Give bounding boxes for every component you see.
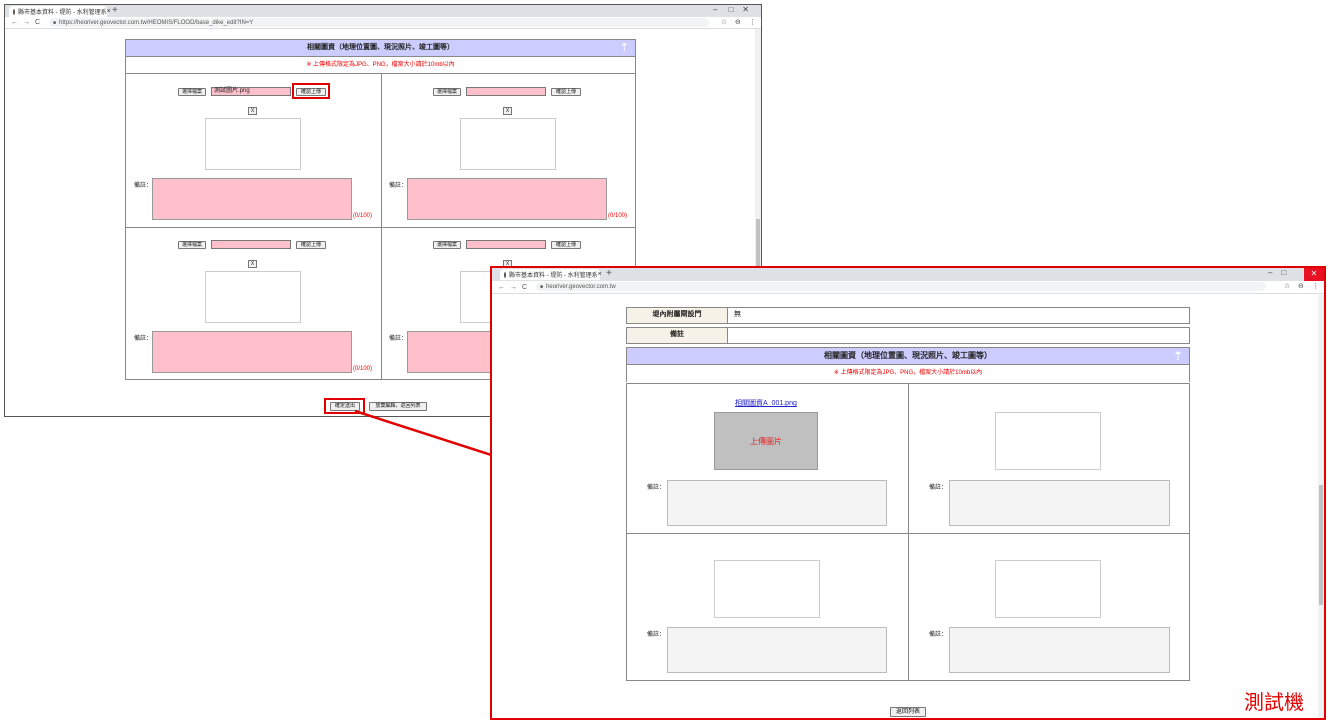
browser-tab[interactable]: 縣市基本資料 - 堤防 - 水利管理系 ×: [500, 269, 602, 280]
menu-icon[interactable]: ⋮: [1312, 282, 1319, 290]
remark-textarea: [949, 480, 1170, 526]
back-to-list-button[interactable]: 返回列表: [890, 707, 926, 717]
globe-icon: [504, 271, 506, 278]
image-caption: 上傳圖片: [750, 437, 782, 446]
row-value: 無: [734, 311, 741, 318]
row-key: 備註: [627, 328, 728, 343]
scrollbar-thumb[interactable]: [1319, 485, 1323, 605]
close-tab-icon[interactable]: ×: [598, 271, 602, 278]
file-link[interactable]: 相關圖資A_001.png: [735, 398, 797, 408]
remark-label: 備註：: [929, 485, 948, 491]
url-field[interactable]: ■ heoriver.geovector.com.tw: [536, 282, 1266, 291]
info-row: 備註: [626, 327, 1190, 344]
remark-label: 備註：: [647, 485, 666, 491]
remark-textarea: [667, 480, 887, 526]
remark-textarea: [667, 627, 887, 673]
remark-textarea: [949, 627, 1170, 673]
star-icon[interactable]: ☆: [1284, 282, 1290, 290]
image-preview: [995, 412, 1101, 470]
row-key: 堤內附屬閘設門: [627, 308, 728, 323]
browser-window-view: 縣市基本資料 - 堤防 - 水利管理系 × + – □ ✕ ←→C ■ heor…: [490, 266, 1326, 720]
scrollbar[interactable]: [1318, 295, 1324, 718]
remark-label: 備註：: [647, 632, 666, 638]
grid-divider: [627, 533, 1189, 534]
section-title: 相關圖資（地理位置圖、現況照片、竣工圖等）: [824, 351, 992, 360]
new-tab-icon[interactable]: +: [606, 268, 612, 279]
section-header: 相關圖資（地理位置圖、現況照片、竣工圖等） ⇡: [626, 347, 1190, 365]
scroll-top-icon[interactable]: ⇡: [1173, 348, 1183, 364]
nav-buttons-icon[interactable]: ←→C: [498, 284, 532, 291]
lock-icon: ■: [540, 283, 544, 290]
image-preview: [995, 560, 1101, 618]
address-bar: ←→C ■ heoriver.geovector.com.tw ☆ ⊖ ⋮: [492, 281, 1324, 294]
url-text: heoriver.geovector.com.tw: [546, 283, 616, 290]
uploaded-image[interactable]: 上傳圖片: [714, 412, 818, 470]
row-value: [728, 328, 734, 343]
test-env-stamp: 測試機: [1244, 692, 1304, 714]
upload-note: ※ 上傳格式限定為JPG、PNG，檔案大小請於10mb以內: [626, 365, 1190, 382]
profile-icon[interactable]: ⊖: [1298, 282, 1304, 290]
grid-divider: [908, 384, 909, 680]
remark-label: 備註：: [929, 632, 948, 638]
close-window-icon[interactable]: ✕: [1304, 268, 1324, 281]
image-preview: [714, 560, 820, 618]
tab-bar: 縣市基本資料 - 堤防 - 水利管理系 × + – □ ✕: [492, 268, 1324, 281]
info-row: 堤內附屬閘設門 無: [626, 307, 1190, 324]
tab-title: 縣市基本資料 - 堤防 - 水利管理系: [509, 273, 598, 279]
window-controls[interactable]: – □: [1268, 268, 1286, 277]
image-grid: 相關圖資A_001.png 上傳圖片 備註： 備註： 備註： 備註：: [626, 383, 1190, 681]
